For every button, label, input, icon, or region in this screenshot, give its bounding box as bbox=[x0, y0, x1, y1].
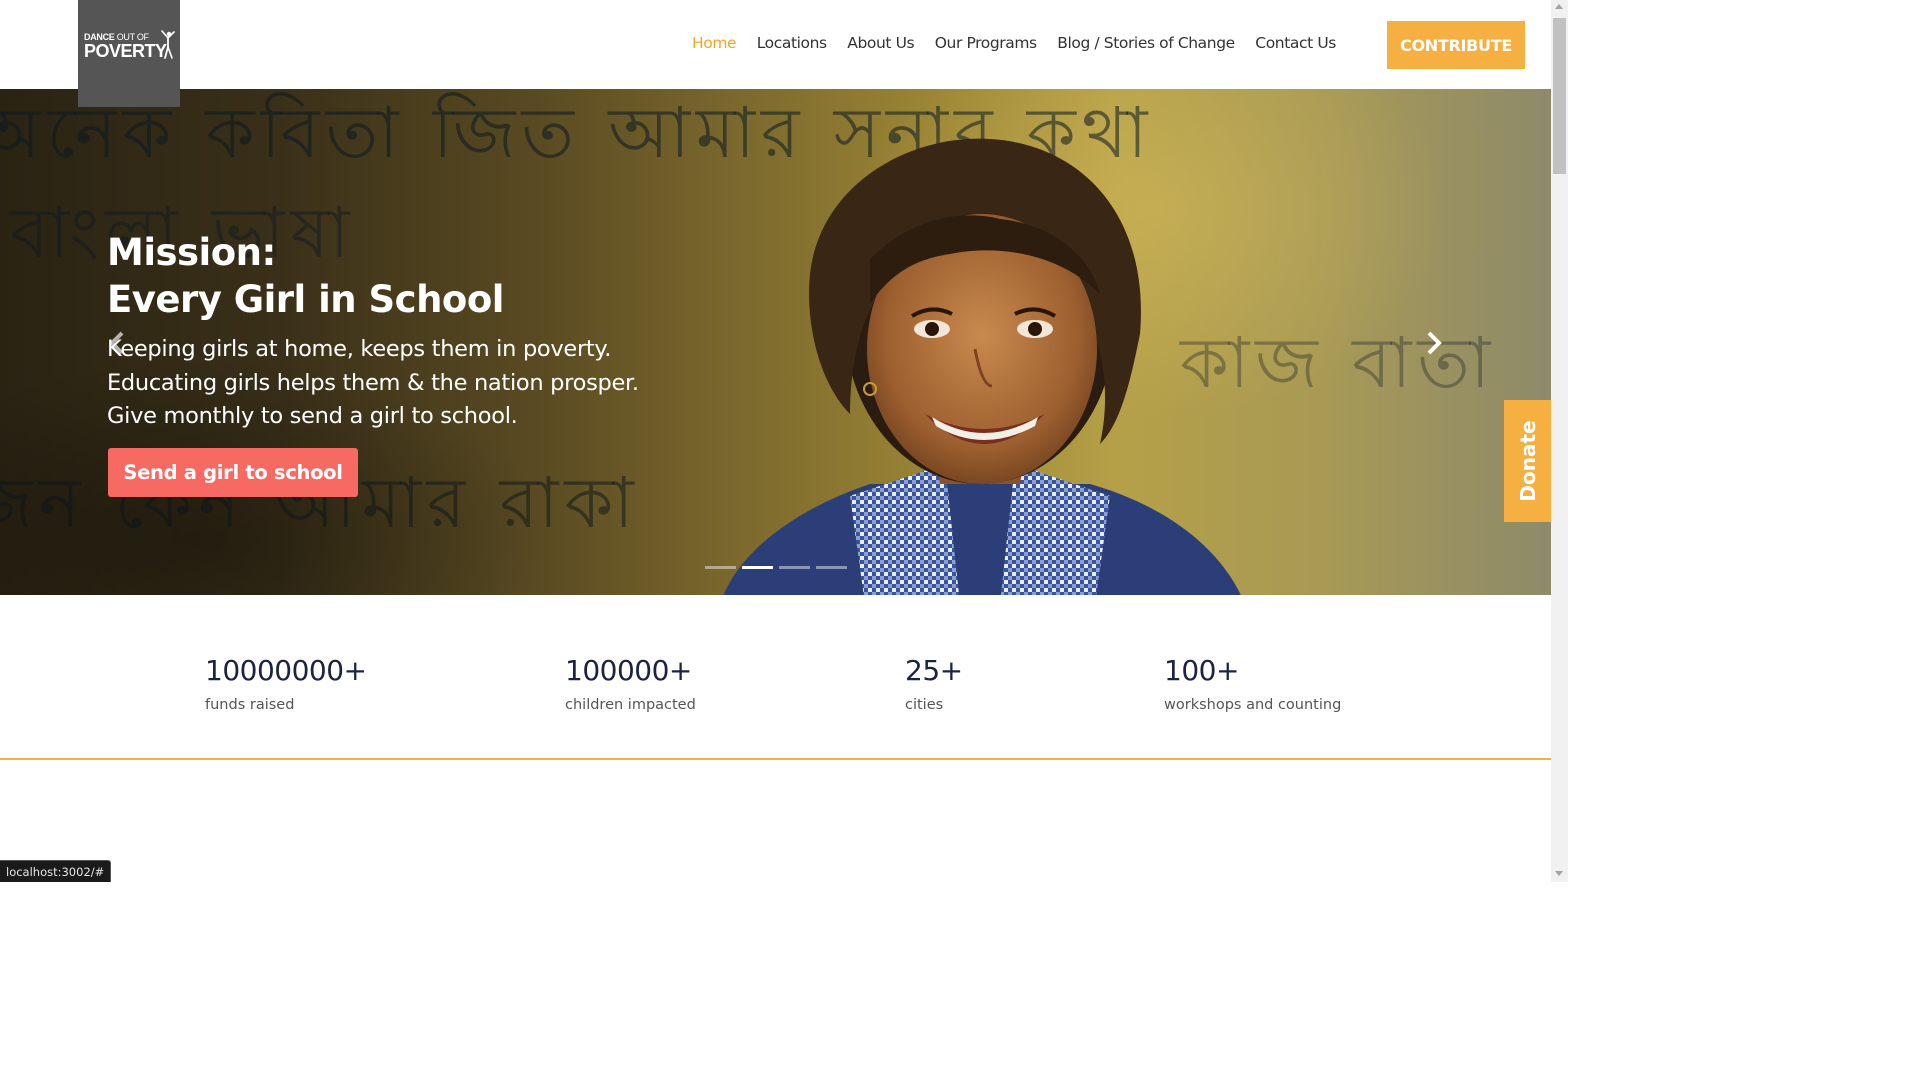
hero-description: Keeping girls at home, keeps them in pov… bbox=[107, 333, 639, 434]
chevron-right-icon[interactable] bbox=[1423, 329, 1445, 357]
hero-title-line2: Every Girl in School bbox=[107, 278, 504, 321]
chevron-left-icon[interactable] bbox=[106, 329, 128, 357]
stat-value: 25+ bbox=[905, 654, 963, 687]
stat-label: children impacted bbox=[565, 697, 696, 713]
carousel-indicator-1[interactable] bbox=[705, 566, 736, 569]
hero-title: Mission: Every Girl in School bbox=[107, 229, 504, 323]
nav-item-blog[interactable]: Blog / Stories of Change bbox=[1057, 34, 1235, 52]
dancer-icon bbox=[161, 30, 175, 59]
carousel-indicators bbox=[705, 566, 847, 569]
stat-value: 10000000+ bbox=[205, 654, 367, 687]
hero-carousel: অনেক কবিতা জিত আমার সনার কথা বাংলা ভাষা … bbox=[0, 89, 1551, 595]
scroll-up-icon[interactable] bbox=[1555, 4, 1563, 9]
carousel-indicator-2[interactable] bbox=[742, 566, 773, 569]
nav-item-locations[interactable]: Locations bbox=[757, 34, 827, 52]
girl-photo bbox=[723, 138, 1241, 595]
stat-workshops: 100+ workshops and counting bbox=[1164, 654, 1341, 713]
donate-label: Donate bbox=[1515, 420, 1540, 502]
site-header: Home Locations About Us Our Programs Blo… bbox=[0, 0, 1551, 89]
scrollbar-thumb[interactable] bbox=[1553, 18, 1566, 174]
donate-side-tab[interactable]: Donate bbox=[1504, 400, 1551, 522]
site-logo[interactable]: DANCE OUT OF POVERTY bbox=[78, 0, 180, 107]
send-girl-to-school-button[interactable]: Send a girl to school bbox=[108, 448, 358, 497]
nav-item-about-us[interactable]: About Us bbox=[847, 34, 914, 52]
contribute-button[interactable]: CONTRIBUTE bbox=[1387, 21, 1525, 69]
stat-label: cities bbox=[905, 697, 944, 713]
stat-value: 100000+ bbox=[565, 654, 692, 687]
logo-text-poverty: POVERTY bbox=[84, 41, 167, 61]
carousel-indicator-3[interactable] bbox=[779, 566, 810, 569]
scroll-down-icon[interactable] bbox=[1555, 871, 1563, 876]
hero-text-line: Keeping girls at home, keeps them in pov… bbox=[107, 336, 612, 362]
stat-cities: 25+ cities bbox=[905, 654, 963, 713]
logo-wordmark: DANCE OUT OF POVERTY bbox=[84, 32, 167, 60]
nav-item-home[interactable]: Home bbox=[692, 34, 737, 52]
stat-children-impacted: 100000+ children impacted bbox=[565, 654, 696, 713]
nav-item-our-programs[interactable]: Our Programs bbox=[935, 34, 1037, 52]
stat-value: 100+ bbox=[1164, 654, 1239, 687]
stat-label: workshops and counting bbox=[1164, 697, 1342, 713]
hero-text-line: Educating girls helps them & the nation … bbox=[107, 369, 639, 396]
stat-label: funds raised bbox=[205, 697, 295, 713]
hero-text-line: Give monthly to send a girl to school. bbox=[107, 403, 518, 429]
vertical-scrollbar[interactable] bbox=[1551, 0, 1568, 882]
page: Home Locations About Us Our Programs Blo… bbox=[0, 0, 1551, 882]
nav-item-contact-us[interactable]: Contact Us bbox=[1255, 34, 1336, 52]
section-divider bbox=[0, 758, 1551, 760]
main-nav: Home Locations About Us Our Programs Blo… bbox=[692, 34, 1356, 52]
hero-title-line1: Mission: bbox=[107, 231, 276, 274]
stat-funds-raised: 10000000+ funds raised bbox=[205, 654, 367, 713]
carousel-indicator-4[interactable] bbox=[816, 566, 847, 569]
status-bar-url: localhost:3002/# bbox=[0, 860, 112, 882]
